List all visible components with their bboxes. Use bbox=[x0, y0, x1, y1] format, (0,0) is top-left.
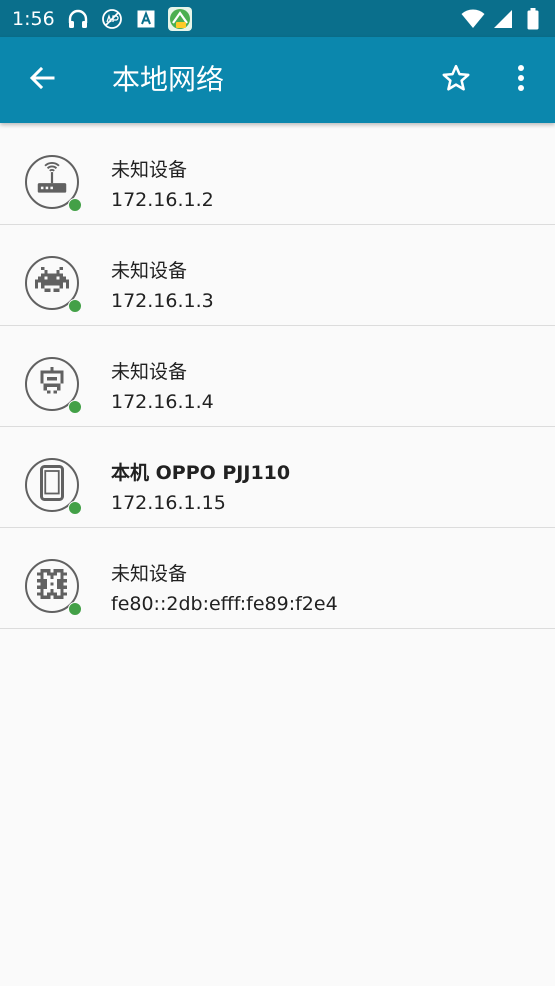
device-avatar bbox=[25, 559, 85, 619]
device-ip-address: fe80::2db:efff:fe89:f2e4 bbox=[111, 593, 338, 615]
status-system-icons bbox=[461, 7, 545, 31]
headphones-icon bbox=[66, 7, 90, 31]
status-bar: 1:56 bbox=[0, 0, 555, 37]
status-notification-icons bbox=[66, 7, 192, 31]
battery-saver-app-icon bbox=[168, 7, 192, 31]
battery-icon bbox=[521, 7, 545, 31]
favorite-button[interactable] bbox=[432, 56, 480, 104]
space-invader-icon bbox=[35, 264, 69, 302]
device-row[interactable]: 未知设备 172.16.1.4 bbox=[0, 326, 555, 427]
online-status-dot bbox=[68, 602, 82, 616]
device-row[interactable]: 未知设备 fe80::2db:efff:fe89:f2e4 bbox=[0, 528, 555, 629]
device-name: 未知设备 bbox=[111, 361, 188, 383]
pixel-pattern-icon bbox=[37, 569, 67, 603]
device-avatar bbox=[25, 357, 85, 417]
status-time: 1:56 bbox=[12, 8, 55, 30]
device-name: 本机 OPPO PJJ110 bbox=[111, 462, 291, 484]
router-icon bbox=[33, 161, 71, 203]
wifi-icon bbox=[461, 7, 485, 31]
device-list: 未知设备 172.16.1.2 未知设备 172.16.1.3 未知设备 172… bbox=[0, 124, 555, 629]
no-vpn-icon bbox=[100, 7, 124, 31]
app-bar: 本地网络 bbox=[0, 37, 555, 123]
device-avatar bbox=[25, 458, 85, 518]
device-ip-address: 172.16.1.15 bbox=[111, 492, 226, 514]
arrow-left-icon bbox=[28, 64, 56, 96]
device-row[interactable]: 未知设备 172.16.1.3 bbox=[0, 225, 555, 326]
device-ip-address: 172.16.1.3 bbox=[111, 290, 214, 312]
device-avatar bbox=[25, 256, 85, 316]
device-row[interactable]: 未知设备 172.16.1.2 bbox=[0, 124, 555, 225]
device-name: 未知设备 bbox=[111, 260, 188, 282]
back-button[interactable] bbox=[18, 56, 66, 104]
online-status-dot bbox=[68, 198, 82, 212]
more-options-button[interactable] bbox=[497, 56, 545, 104]
pixel-robot-icon bbox=[37, 367, 67, 401]
device-ip-address: 172.16.1.2 bbox=[111, 189, 214, 211]
online-status-dot bbox=[68, 400, 82, 414]
page-title: 本地网络 bbox=[112, 63, 225, 96]
device-name: 未知设备 bbox=[111, 563, 188, 585]
online-status-dot bbox=[68, 299, 82, 313]
device-avatar bbox=[25, 155, 85, 215]
device-name: 未知设备 bbox=[111, 159, 188, 181]
device-row[interactable]: 本机 OPPO PJJ110 172.16.1.15 bbox=[0, 427, 555, 528]
cellular-signal-icon bbox=[491, 7, 515, 31]
font-app-icon bbox=[134, 7, 158, 31]
device-ip-address: 172.16.1.4 bbox=[111, 391, 214, 413]
star-outline-icon bbox=[441, 63, 471, 97]
smartphone-icon bbox=[39, 465, 65, 505]
online-status-dot bbox=[68, 501, 82, 515]
more-vertical-icon bbox=[517, 64, 525, 96]
